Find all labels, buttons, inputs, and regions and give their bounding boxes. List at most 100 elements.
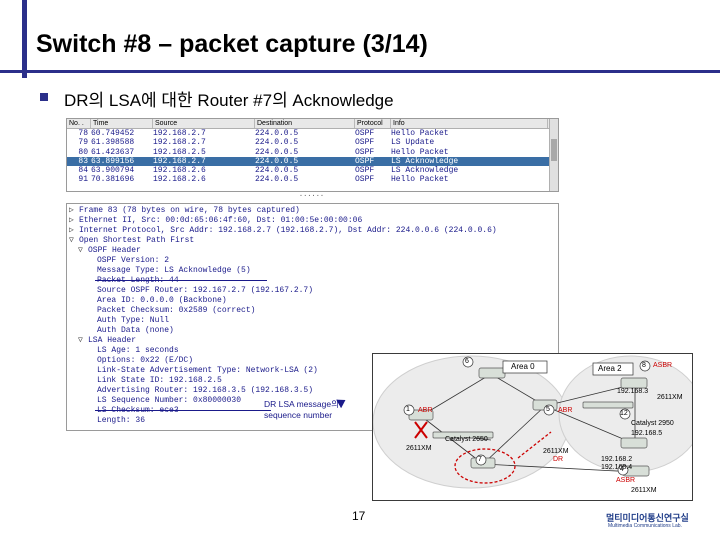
packet-destination-cell: 224.0.0.5	[255, 147, 299, 157]
detail-tree-line[interactable]: ▷ Internet Protocol, Src Addr: 192.168.2.…	[69, 226, 497, 236]
abr-right-label: ABR	[558, 407, 573, 414]
detail-tree-line[interactable]: Advertising Router: 192.168.3.5 (192.168…	[97, 386, 313, 396]
packet-list-pane[interactable]: No. . Time Source Destination Protocol I…	[66, 118, 559, 192]
packet-list-scrollbar[interactable]	[549, 119, 558, 191]
detail-tree-line[interactable]: Area ID: 0.0.0.0 (Backbone)	[97, 296, 227, 306]
detail-tree-line[interactable]: ▽ LSA Header	[78, 336, 136, 346]
tree-collapsed-icon[interactable]: ▷	[69, 226, 79, 236]
detail-tree-line[interactable]: Auth Type: Null	[97, 316, 169, 326]
packet-destination-cell: 224.0.0.5	[255, 156, 299, 166]
model-2611xm-left: 2611XM	[406, 445, 432, 452]
column-header-no[interactable]: No. .	[67, 119, 91, 129]
detail-tree-line[interactable]: Options: 0x22 (E/DC)	[97, 356, 193, 366]
node-label-8: 8	[642, 362, 646, 369]
detail-tree-line[interactable]: OSPF Version: 2	[97, 256, 169, 266]
detail-tree-line[interactable]: Link State ID: 192.168.2.5	[97, 376, 222, 386]
packet-info-cell: Hello Packet	[391, 147, 449, 157]
pane-splitter[interactable]: ......	[66, 191, 557, 200]
column-header-info[interactable]: Info	[391, 119, 548, 129]
detail-tree-line[interactable]: LS Sequence Number: 0x80000030	[97, 396, 241, 406]
tree-expanded-icon[interactable]: ▽	[78, 336, 88, 346]
packet-no-cell: 80	[78, 147, 88, 157]
ip-label-192-168-3: 192.168.3	[617, 388, 649, 395]
packet-time-cell: 61.423637	[91, 147, 135, 157]
packet-row[interactable]: 91 70.381696 192.168.2.6 224.0.0.5 OSPF Hello…	[67, 175, 558, 184]
packet-row-selected[interactable]: 83 63.899156 192.168.2.7 224.0.0.5 OSPF LS Ac…	[67, 156, 558, 166]
page-number: 17	[352, 509, 366, 523]
detail-line-text: Options: 0x22 (E/DC)	[97, 356, 194, 365]
network-topology-diagram: 6 8 1 5 12 7 4 Area 0 Area 2 ASBR ABR AB…	[372, 353, 693, 501]
detail-tree-line[interactable]: Auth Data (none)	[97, 326, 174, 336]
detail-line-text: Packet Length: 44	[97, 276, 179, 285]
bullet-text: DR의 LSA에 대한 Router #7의 Acknowledge	[64, 91, 394, 110]
packet-row[interactable]: 80 61.423637 192.168.2.5 224.0.0.5 OSPF Hello…	[67, 148, 558, 157]
tree-expanded-icon[interactable]: ▽	[69, 236, 79, 246]
packet-row[interactable]: 84 63.900794 192.168.2.6 224.0.0.5 OSPF LS Ac…	[67, 166, 558, 175]
detail-tree-line[interactable]: Link-State Advertisement Type: Network-L…	[97, 366, 318, 376]
detail-line-text: LSA Header	[88, 336, 137, 345]
detail-line-text: LS Checksum: ece3	[97, 406, 179, 415]
packet-time-cell: 61.398588	[91, 138, 135, 148]
packet-source-cell: 192.168.2.6	[153, 175, 206, 185]
packet-row[interactable]: 78 60.749452 192.168.2.7 224.0.0.5 OSPF Hello…	[67, 129, 558, 138]
packet-row[interactable]: 79 61.398588 192.168.2.7 224.0.0.5 OSPF LS Up…	[67, 138, 558, 147]
model-2611xm-mid: 2611XM	[543, 448, 569, 455]
detail-tree-line[interactable]: Packet Length: 44	[97, 276, 179, 286]
packet-source-cell: 192.168.2.6	[153, 165, 206, 175]
packet-time-cell: 60.749452	[91, 129, 135, 139]
detail-tree-line[interactable]: Message Type: LS Acknowledge (5)	[97, 266, 251, 276]
detail-line-text: Link-State Advertisement Type: Network-L…	[97, 366, 318, 375]
packet-list-header: No. . Time Source Destination Protocol I…	[67, 119, 558, 130]
abr-left-label: ABR	[418, 407, 433, 414]
title-accent-vertical	[22, 0, 27, 78]
ip-label-192-168-5: 192.168.5	[631, 430, 663, 437]
packet-protocol-cell: OSPF	[355, 147, 375, 157]
packet-destination-cell: 224.0.0.5	[255, 129, 299, 139]
scrollbar-thumb[interactable]	[551, 139, 557, 161]
detail-tree-line[interactable]: Source OSPF Router: 192.167.2.7 (192.167…	[97, 286, 313, 296]
slide-title: Switch #8 – packet capture (3/14)	[36, 30, 428, 58]
packet-time-cell: 70.381696	[91, 175, 135, 185]
detail-tree-line[interactable]: ▽ Open Shortest Path First	[69, 236, 194, 246]
packet-no-cell: 84	[78, 165, 88, 175]
packet-destination-cell: 224.0.0.5	[255, 138, 299, 148]
column-header-protocol[interactable]: Protocol	[355, 119, 391, 129]
column-header-destination[interactable]: Destination	[255, 119, 355, 129]
dr-label: DR	[553, 456, 564, 463]
tree-collapsed-icon[interactable]: ▷	[69, 216, 79, 226]
detail-tree-line[interactable]: Packet Checksum: 0x2589 (correct)	[97, 306, 255, 316]
node-label-1: 1	[406, 406, 410, 413]
column-header-source[interactable]: Source	[153, 119, 255, 129]
asbr-bottom-label: ASBR	[616, 477, 636, 484]
annotation-line-1: DR LSA message의	[264, 399, 339, 409]
model-2611xm-bottom: 2611XM	[631, 487, 657, 494]
detail-tree-line[interactable]: Length: 36	[97, 416, 145, 426]
detail-tree-line[interactable]: ▷ Ethernet II, Src: 00:0d:65:06:4f:60, Ds…	[69, 216, 362, 226]
packet-info-cell: Hello Packet	[391, 175, 449, 185]
packet-destination-cell: 224.0.0.5	[255, 165, 299, 175]
detail-line-text: Frame 83 (78 bytes on wire, 78 bytes cap…	[79, 206, 300, 215]
tree-collapsed-icon[interactable]: ▷	[69, 206, 79, 216]
catalyst-2950-label: Catalyst 2950	[631, 420, 674, 427]
detail-tree-line[interactable]: LS Age: 1 seconds	[97, 346, 179, 356]
detail-tree-line[interactable]: ▽ OSPF Header	[78, 246, 141, 256]
node-label-5: 5	[546, 406, 550, 413]
detail-line-text: Open Shortest Path First	[79, 236, 195, 245]
detail-tree-line[interactable]: LS Checksum: ece3	[97, 406, 179, 416]
packet-protocol-cell: OSPF	[355, 175, 375, 185]
packet-destination-cell: 224.0.0.5	[255, 175, 299, 185]
tree-expanded-icon[interactable]: ▽	[78, 246, 88, 256]
ip-label-192-168-2: 192.168.2	[601, 456, 633, 463]
packet-no-cell: 83	[78, 156, 88, 166]
detail-line-text: Advertising Router: 192.168.3.5 (192.168…	[97, 386, 314, 395]
lab-logo-english: Multimedia Communications Lab.	[608, 523, 682, 529]
detail-line-text: Auth Data (none)	[97, 326, 174, 335]
detail-line-text: Internet Protocol, Src Addr: 192.168.2.7…	[79, 226, 497, 235]
detail-line-text: Area ID: 0.0.0.0 (Backbone)	[97, 296, 227, 305]
detail-line-text: Ethernet II, Src: 00:0d:65:06:4f:60, Dst…	[79, 216, 363, 225]
column-header-time[interactable]: Time	[91, 119, 153, 129]
packet-source-cell: 192.168.2.5	[153, 147, 206, 157]
packet-no-cell: 78	[78, 129, 88, 139]
packet-info-cell: LS Update	[391, 138, 435, 148]
detail-tree-line[interactable]: ▷ Frame 83 (78 bytes on wire, 78 bytes ca…	[69, 206, 300, 216]
